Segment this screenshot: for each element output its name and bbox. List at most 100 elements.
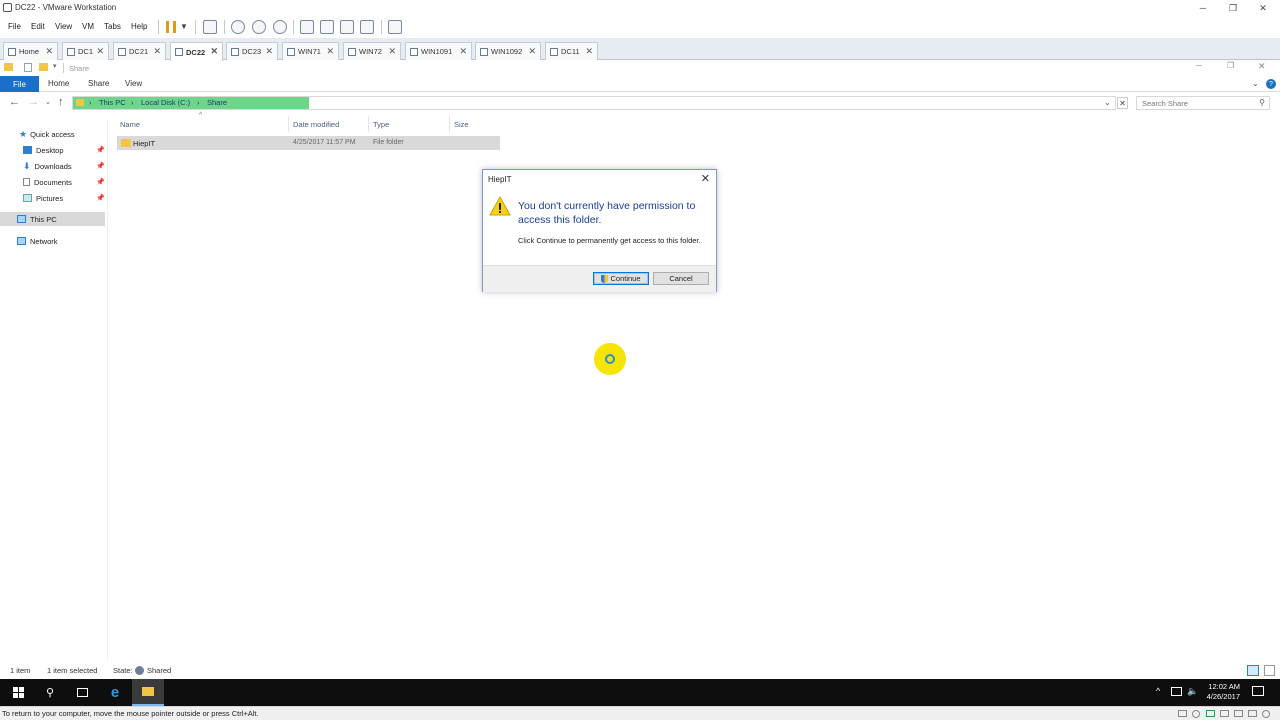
large-icons-view-icon[interactable]: [1264, 665, 1275, 676]
close-tab-icon[interactable]: ✕: [45, 46, 53, 57]
snapshot-icon[interactable]: [231, 20, 245, 34]
thumbnail-bar-icon[interactable]: [320, 20, 334, 34]
permission-dialog: HiepIT ✕ You don't currently have permis…: [482, 169, 717, 292]
start-button[interactable]: [2, 679, 34, 706]
tab-dc1[interactable]: DC1 ✕: [62, 42, 109, 60]
explorer-maximize-button[interactable]: ❐: [1227, 61, 1234, 70]
close-tab-icon[interactable]: ✕: [459, 46, 467, 57]
cd-rom-icon[interactable]: [1192, 710, 1200, 718]
column-header-date-modified[interactable]: Date modified: [293, 120, 339, 129]
forward-arrow-icon[interactable]: →: [28, 96, 39, 108]
chevron-down-icon[interactable]: ▼: [180, 22, 188, 31]
new-folder-icon[interactable]: [39, 63, 48, 71]
back-arrow-icon[interactable]: ←: [9, 96, 20, 108]
action-center-icon[interactable]: [1252, 686, 1264, 696]
close-tab-icon[interactable]: ✕: [210, 46, 218, 57]
close-tab-icon[interactable]: ✕: [153, 46, 161, 57]
menu-view[interactable]: View: [55, 22, 72, 31]
tab-win71[interactable]: WIN71 ✕: [282, 42, 339, 60]
file-explorer-taskbar-icon[interactable]: [132, 679, 164, 706]
show-hidden-icons-icon[interactable]: ^: [1156, 686, 1160, 696]
tab-win1091[interactable]: WIN1091 ✕: [405, 42, 472, 60]
network-adapter-icon[interactable]: [1206, 710, 1215, 717]
column-header-size[interactable]: Size: [454, 120, 469, 129]
minimize-button[interactable]: ─: [1188, 0, 1218, 16]
nav-network[interactable]: Network: [17, 234, 58, 248]
column-header-type[interactable]: Type: [373, 120, 389, 129]
nav-quick-access[interactable]: ★ Quick access: [19, 127, 75, 141]
menu-help[interactable]: Help: [131, 22, 147, 31]
pin-icon: 📌: [96, 147, 105, 154]
pause-icon[interactable]: [166, 21, 176, 33]
help-icon[interactable]: ?: [1266, 79, 1276, 89]
network-tray-icon[interactable]: [1171, 687, 1182, 696]
cancel-button[interactable]: Cancel: [653, 272, 709, 285]
close-tab-icon[interactable]: ✕: [585, 46, 593, 57]
nav-this-pc[interactable]: This PC: [0, 212, 105, 226]
menu-file[interactable]: File: [8, 22, 21, 31]
expand-ribbon-icon[interactable]: ⌄: [1252, 79, 1259, 88]
volume-muted-icon[interactable]: 🔈: [1187, 686, 1198, 697]
ribbon-file-tab[interactable]: File: [0, 76, 39, 92]
ribbon-home-tab[interactable]: Home: [48, 79, 69, 88]
search-icon[interactable]: ⚲: [34, 679, 66, 706]
breadcrumb-share[interactable]: Share: [207, 98, 227, 107]
display-icon[interactable]: [1248, 710, 1257, 717]
address-dropdown-icon[interactable]: ⌄: [1104, 98, 1111, 107]
tab-home[interactable]: Home ✕: [3, 42, 58, 60]
tab-win1092[interactable]: WIN1092 ✕: [475, 42, 541, 60]
address-bar[interactable]: › This PC › Local Disk (C:) › Share ⌄: [72, 96, 1116, 110]
tab-dc22[interactable]: DC22 ✕: [170, 42, 223, 61]
close-tab-icon[interactable]: ✕: [528, 46, 536, 57]
column-header-name[interactable]: Name: [120, 120, 140, 129]
tab-dc23[interactable]: DC23 ✕: [226, 42, 278, 60]
properties-icon[interactable]: [24, 63, 32, 72]
task-view-icon[interactable]: [66, 679, 98, 706]
system-clock[interactable]: 12:02 AM 4/26/2017: [1207, 682, 1240, 702]
nav-pictures[interactable]: Pictures: [23, 191, 63, 205]
recent-locations-icon[interactable]: ⌄: [45, 98, 51, 106]
menu-vm[interactable]: VM: [82, 22, 94, 31]
up-arrow-icon[interactable]: ↑: [58, 96, 64, 108]
explorer-minimize-button[interactable]: ─: [1196, 61, 1202, 70]
menu-edit[interactable]: Edit: [31, 22, 45, 31]
snapshot-manager-icon[interactable]: [273, 20, 287, 34]
close-tab-icon[interactable]: ✕: [326, 46, 334, 57]
continue-button[interactable]: Continue: [593, 272, 649, 285]
dialog-close-icon[interactable]: ✕: [701, 172, 710, 185]
tab-win72[interactable]: WIN72 ✕: [343, 42, 401, 60]
search-box[interactable]: Search Share ⚲: [1136, 96, 1270, 110]
close-button[interactable]: ✕: [1248, 0, 1278, 16]
explorer-close-button[interactable]: ✕: [1258, 61, 1266, 72]
close-tab-icon[interactable]: ✕: [265, 46, 273, 57]
hard-disk-icon[interactable]: [1178, 710, 1187, 717]
full-screen-icon[interactable]: [340, 20, 354, 34]
breadcrumb-this-pc[interactable]: This PC: [99, 98, 126, 107]
clear-address-icon[interactable]: ✕: [1117, 97, 1128, 109]
nav-downloads[interactable]: ⬇ Downloads: [23, 159, 72, 173]
nav-documents[interactable]: Documents: [23, 175, 72, 189]
usb-icon[interactable]: [1220, 710, 1229, 717]
ribbon-share-tab[interactable]: Share: [88, 79, 109, 88]
customize-qa-icon[interactable]: ▾: [53, 62, 57, 70]
tab-dc11[interactable]: DC11 ✕: [545, 42, 598, 60]
message-log-icon[interactable]: [1262, 710, 1270, 718]
list-item[interactable]: HiepIT 4/25/2017 11:57 PM File folder: [117, 136, 500, 150]
close-tab-icon[interactable]: ✕: [388, 46, 396, 57]
menu-tabs[interactable]: Tabs: [104, 22, 121, 31]
star-icon: ★: [19, 128, 28, 139]
ribbon-view-tab[interactable]: View: [125, 79, 142, 88]
details-view-icon[interactable]: [1247, 665, 1259, 676]
edge-browser-icon[interactable]: e: [99, 679, 131, 706]
send-ctrl-alt-del-icon[interactable]: [203, 20, 217, 34]
breadcrumb-local-disk[interactable]: Local Disk (C:): [141, 98, 190, 107]
nav-desktop[interactable]: Desktop: [23, 143, 64, 157]
console-view-icon[interactable]: [388, 20, 402, 34]
show-library-icon[interactable]: [300, 20, 314, 34]
tab-dc21[interactable]: DC21 ✕: [113, 42, 166, 60]
maximize-button[interactable]: ❐: [1218, 0, 1248, 16]
close-tab-icon[interactable]: ✕: [96, 46, 104, 57]
unity-icon[interactable]: [360, 20, 374, 34]
revert-snapshot-icon[interactable]: [252, 20, 266, 34]
sound-card-icon[interactable]: [1234, 710, 1243, 717]
